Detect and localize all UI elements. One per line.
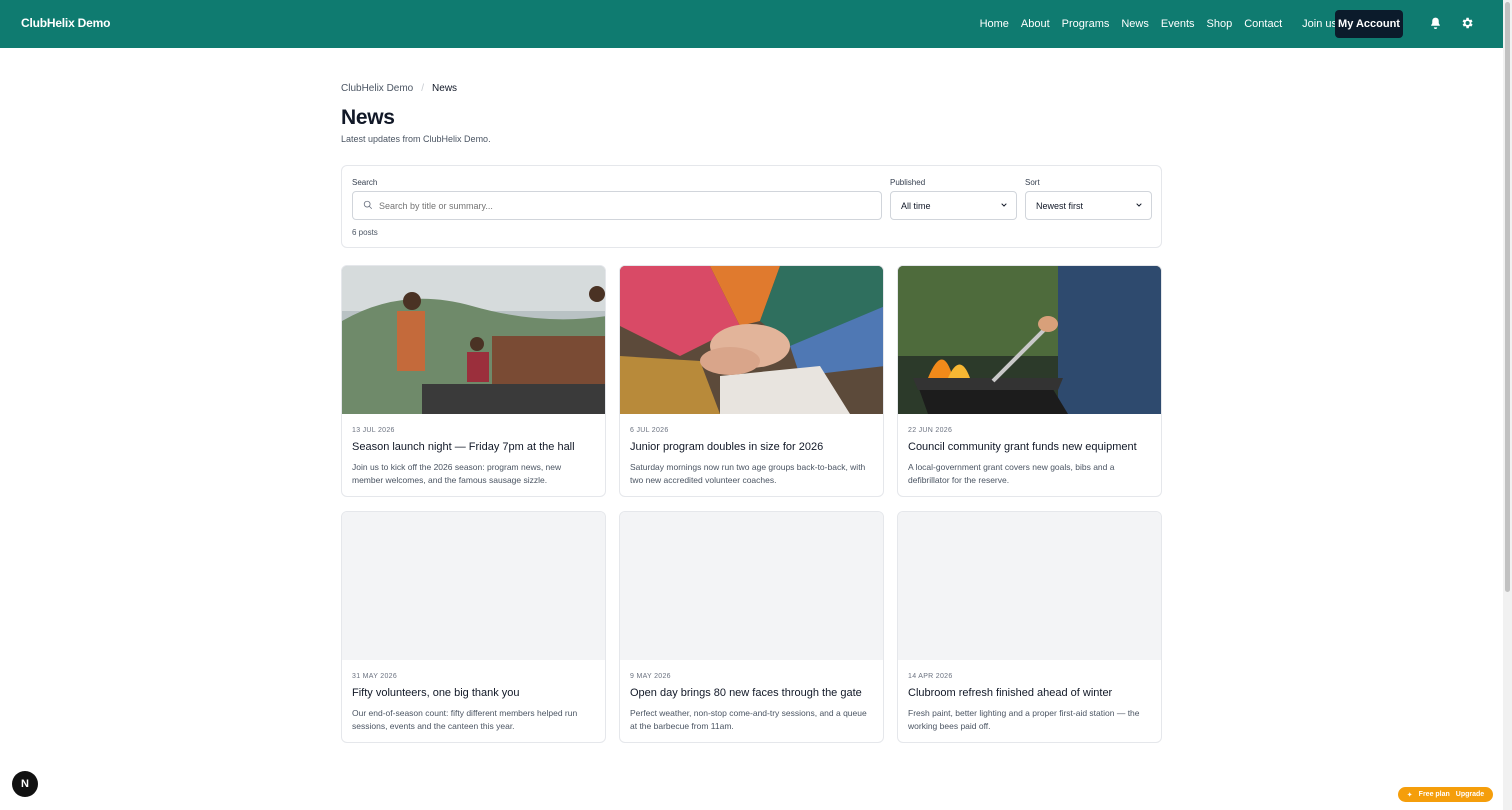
news-card-title[interactable]: Clubroom refresh finished ahead of winte… xyxy=(908,687,1112,699)
news-card-summary: Our end-of-season count: fifty different… xyxy=(352,708,578,731)
news-card-title[interactable]: Council community grant funds new equipm… xyxy=(908,441,1137,453)
news-card[interactable]: 14 APR 2026 Clubroom refresh finished ah… xyxy=(897,511,1162,743)
nav-events[interactable]: Events xyxy=(1161,18,1195,30)
search-label: Search xyxy=(352,178,378,187)
sort-select[interactable]: Newest first xyxy=(1025,191,1152,220)
sort-label: Sort xyxy=(1025,178,1040,187)
nav-news[interactable]: News xyxy=(1121,18,1149,30)
news-card-title[interactable]: Fifty volunteers, one big thank you xyxy=(352,687,520,699)
breadcrumb-current: News xyxy=(432,83,458,94)
main-nav: Home About Programs News Events Shop Con… xyxy=(968,0,1337,48)
filter-panel: Search Published All time Sort Newest fi… xyxy=(341,165,1162,248)
news-card-date: 9 MAY 2026 xyxy=(630,673,671,680)
news-card-date: 6 JUL 2026 xyxy=(630,427,669,434)
news-card-date: 22 JUN 2026 xyxy=(908,427,953,434)
nav-join-us[interactable]: Join us xyxy=(1302,18,1337,30)
news-card-image xyxy=(620,266,883,414)
search-input[interactable] xyxy=(379,200,859,211)
news-card-summary: Saturday mornings now run two age groups… xyxy=(630,462,866,485)
news-card-image-placeholder xyxy=(898,512,1161,660)
plan-label: Free plan xyxy=(1418,791,1450,798)
breadcrumb-root[interactable]: ClubHelix Demo xyxy=(341,83,413,94)
news-card-image-placeholder xyxy=(620,512,883,660)
nav-home[interactable]: Home xyxy=(980,18,1009,30)
news-card[interactable]: 9 MAY 2026 Open day brings 80 new faces … xyxy=(619,511,884,743)
brand-logo[interactable]: ClubHelix Demo xyxy=(21,16,110,30)
bell-icon[interactable] xyxy=(1427,15,1443,31)
published-value: All time xyxy=(901,200,931,211)
news-card[interactable]: 6 JUL 2026 Junior program doubles in siz… xyxy=(619,265,884,497)
nav-programs[interactable]: Programs xyxy=(1062,18,1110,30)
news-card-summary: Join us to kick off the 2026 season: pro… xyxy=(352,462,562,485)
star-icon: ✦ xyxy=(1406,791,1413,799)
news-card-image-placeholder xyxy=(342,512,605,660)
news-card-title[interactable]: Open day brings 80 new faces through the… xyxy=(630,687,862,699)
news-card-summary: Fresh paint, better lighting and a prope… xyxy=(908,708,1140,731)
search-field[interactable] xyxy=(352,191,882,220)
breadcrumb-separator: / xyxy=(421,83,425,94)
news-card[interactable]: 31 MAY 2026 Fifty volunteers, one big th… xyxy=(341,511,606,743)
chevron-down-icon xyxy=(1135,201,1143,211)
news-card[interactable]: 13 JUL 2026 Season launch night — Friday… xyxy=(341,265,606,497)
news-card-image xyxy=(898,266,1161,414)
news-card-title[interactable]: Junior program doubles in size for 2026 xyxy=(630,441,823,453)
search-icon xyxy=(363,197,373,215)
published-label: Published xyxy=(890,178,926,187)
news-card-summary: Perfect weather, non-stop come-and-try s… xyxy=(630,708,867,731)
scrollbar-thumb[interactable] xyxy=(1505,2,1510,592)
top-nav-bar: ClubHelix Demo Home About Programs News … xyxy=(0,0,1503,48)
news-card-date: 13 JUL 2026 xyxy=(352,427,395,434)
news-card-date: 14 APR 2026 xyxy=(908,673,953,680)
news-card-title[interactable]: Season launch night — Friday 7pm at the … xyxy=(352,441,575,453)
my-account-button[interactable]: My Account xyxy=(1335,10,1403,38)
news-card-date: 31 MAY 2026 xyxy=(352,673,398,680)
chevron-down-icon xyxy=(1000,201,1008,211)
nav-about[interactable]: About xyxy=(1021,18,1050,30)
nav-shop[interactable]: Shop xyxy=(1207,18,1233,30)
post-count: 6 posts xyxy=(352,228,378,237)
dev-tools-badge[interactable]: N xyxy=(12,771,38,797)
gear-icon[interactable] xyxy=(1459,15,1475,31)
page-title: News xyxy=(341,106,395,129)
published-select[interactable]: All time xyxy=(890,191,1017,220)
sort-value: Newest first xyxy=(1036,200,1084,211)
plan-upgrade-pill[interactable]: ✦ Free plan Upgrade xyxy=(1398,787,1493,802)
news-card-image xyxy=(342,266,605,414)
breadcrumb: ClubHelix Demo / News xyxy=(341,83,457,94)
upgrade-link[interactable]: Upgrade xyxy=(1456,791,1484,798)
page-scrollbar[interactable] xyxy=(1503,0,1512,810)
news-card[interactable]: 22 JUN 2026 Council community grant fund… xyxy=(897,265,1162,497)
nav-contact[interactable]: Contact xyxy=(1244,18,1282,30)
page-subtitle: Latest updates from ClubHelix Demo. xyxy=(341,134,491,144)
news-card-summary: A local-government grant covers new goal… xyxy=(908,462,1115,485)
